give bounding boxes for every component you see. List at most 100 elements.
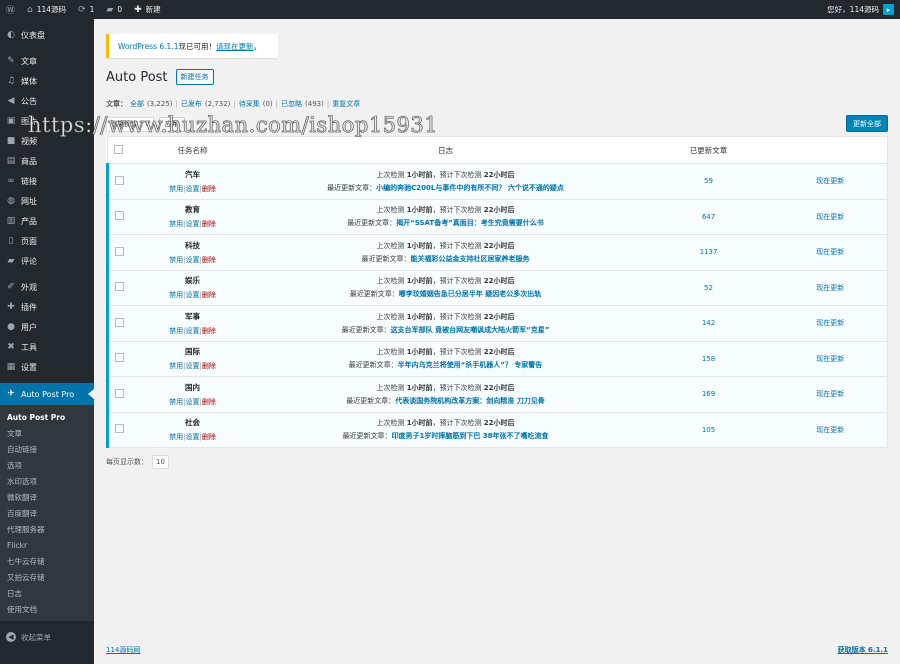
updated-count-link[interactable]: 105 [702, 426, 715, 434]
settings-link[interactable]: 设置 [186, 398, 200, 406]
updated-count-link[interactable]: 647 [702, 213, 715, 221]
delete-link[interactable]: 删除 [202, 362, 216, 370]
bulk-action-select[interactable]: 批量操作 ⌄ [106, 116, 154, 132]
updated-count-link[interactable]: 169 [702, 390, 715, 398]
settings-link[interactable]: 设置 [186, 220, 200, 228]
sidebar-item-14[interactable]: ● 用户 [0, 317, 94, 337]
submenu-item[interactable]: Flickr [0, 537, 94, 553]
update-now-link[interactable]: 现在更新 [816, 177, 844, 185]
update-all-button[interactable]: 更新全部 [846, 115, 888, 132]
row-checkbox[interactable] [115, 282, 124, 292]
recent-article-link[interactable]: 代表谈国务院机构改革方案：剑向精准 刀刀见骨 [395, 397, 544, 405]
submenu-item[interactable]: 使用文档 [0, 601, 94, 617]
per-page-input[interactable]: 10 [152, 455, 169, 469]
filter-link[interactable]: 全部 [130, 99, 144, 109]
recent-article-link[interactable]: 印度男子1岁时摔脑筋到下巴 38年张不了嘴吃流食 [391, 432, 548, 440]
recent-article-link[interactable]: 能关福彩公益金支持社区居家养老服务 [411, 255, 530, 263]
filter-link[interactable]: 重复文章 [332, 99, 360, 109]
sidebar-item-10[interactable]: ▯ 页面 [0, 231, 94, 251]
submenu-item[interactable]: 又拍云存储 [0, 569, 94, 585]
wordpress-logo[interactable]: Ⓦ [0, 0, 21, 19]
site-name-link[interactable]: ⌂ 114源码 [21, 0, 72, 19]
wordpress-version-link[interactable]: WordPress 6.1.1 [118, 42, 178, 51]
add-new-task-button[interactable]: 新建任务 [175, 69, 214, 85]
submenu-item[interactable]: 七牛云存储 [0, 553, 94, 569]
delete-link[interactable]: 删除 [202, 433, 216, 441]
footer-site-link[interactable]: 114源码网 [106, 646, 140, 654]
row-checkbox[interactable] [115, 388, 124, 398]
row-checkbox[interactable] [115, 317, 124, 327]
settings-link[interactable]: 设置 [186, 327, 200, 335]
delete-link[interactable]: 删除 [202, 398, 216, 406]
select-all-checkbox[interactable] [114, 144, 123, 154]
sidebar-item-4[interactable]: ▣ 图片 [0, 111, 94, 131]
sidebar-item-9[interactable]: ▥ 产品 [0, 211, 94, 231]
updated-count-link[interactable]: 52 [704, 284, 713, 292]
sidebar-item-11[interactable]: ▰ 评论 [0, 251, 94, 271]
sidebar-item-6[interactable]: ▤ 商品 [0, 151, 94, 171]
disable-link[interactable]: 禁用 [169, 362, 183, 370]
sidebar-item-8[interactable]: ◍ 网址 [0, 191, 94, 211]
delete-link[interactable]: 删除 [202, 220, 216, 228]
updated-count-link[interactable]: 59 [704, 177, 713, 185]
delete-link[interactable]: 删除 [202, 185, 216, 193]
update-now-link[interactable]: 现在更新 [816, 284, 844, 292]
footer-version-link[interactable]: 获取版本 6.1.1 [838, 646, 888, 654]
row-checkbox[interactable] [115, 211, 124, 221]
sidebar-item-1[interactable]: ✎ 文章 [0, 51, 94, 71]
sidebar-item-16[interactable]: ▦ 设置 [0, 357, 94, 377]
update-now-link[interactable]: 现在更新 [816, 248, 844, 256]
apply-button[interactable]: 应用 [159, 116, 185, 132]
settings-link[interactable]: 设置 [186, 185, 200, 193]
row-checkbox[interactable] [115, 424, 124, 434]
row-checkbox[interactable] [115, 246, 124, 256]
settings-link[interactable]: 设置 [186, 433, 200, 441]
filter-link[interactable]: 待采集 [239, 99, 260, 109]
comments-link[interactable]: ▰ 0 [100, 0, 128, 19]
recent-article-link[interactable]: 揭开“SSAT备考”真面目：考生究竟需要什么书 [396, 219, 544, 227]
settings-link[interactable]: 设置 [186, 256, 200, 264]
disable-link[interactable]: 禁用 [169, 398, 183, 406]
sidebar-item-3[interactable]: ◀ 公告 [0, 91, 94, 111]
disable-link[interactable]: 禁用 [169, 256, 183, 264]
update-now-link[interactable]: 现在更新 [816, 390, 844, 398]
updates-link[interactable]: ⟳ 1 [72, 0, 100, 19]
sidebar-item-13[interactable]: ✚ 插件 [0, 297, 94, 317]
sidebar-item-auto-post-pro[interactable]: ✈ Auto Post Pro [0, 383, 94, 405]
row-checkbox[interactable] [115, 353, 124, 363]
submenu-item[interactable]: Auto Post Pro [0, 409, 94, 425]
disable-link[interactable]: 禁用 [169, 433, 183, 441]
sidebar-item-12[interactable]: ✐ 外观 [0, 277, 94, 297]
sidebar-item-7[interactable]: ∞ 链接 [0, 171, 94, 191]
recent-article-link[interactable]: 半年内乌克兰将使用“杀手机器人”？ 专家警告 [398, 361, 543, 369]
collapse-menu-button[interactable]: ◀ 收起菜单 [0, 627, 94, 647]
submenu-item[interactable]: 微软翻译 [0, 489, 94, 505]
submenu-item[interactable]: 代理服务器 [0, 521, 94, 537]
delete-link[interactable]: 删除 [202, 256, 216, 264]
sidebar-item-0[interactable]: ◐ 仪表盘 [0, 25, 94, 45]
update-now-link[interactable]: 请现在更新 [216, 41, 254, 52]
sidebar-item-5[interactable]: ■ 视频 [0, 131, 94, 151]
update-now-link[interactable]: 现在更新 [816, 319, 844, 327]
submenu-item[interactable]: 日志 [0, 585, 94, 601]
submenu-item[interactable]: 选项 [0, 457, 94, 473]
filter-link[interactable]: 已发布 [181, 99, 202, 109]
recent-article-link[interactable]: 这支台军部队 竟被台网友嘲讽成大陆火箭军“克星” [391, 326, 550, 334]
submenu-item[interactable]: 水印选项 [0, 473, 94, 489]
filter-link[interactable]: 已忽略 [281, 99, 302, 109]
submenu-item[interactable]: 自动链接 [0, 441, 94, 457]
updated-count-link[interactable]: 142 [702, 319, 715, 327]
disable-link[interactable]: 禁用 [169, 327, 183, 335]
settings-link[interactable]: 设置 [186, 291, 200, 299]
delete-link[interactable]: 删除 [202, 291, 216, 299]
updated-count-link[interactable]: 158 [702, 355, 715, 363]
recent-article-link[interactable]: 小编的奔驰C200L与事件中的有所不同？ 六个说不通的疑点 [376, 184, 564, 192]
submenu-item[interactable]: 百度翻译 [0, 505, 94, 521]
disable-link[interactable]: 禁用 [169, 185, 183, 193]
delete-link[interactable]: 删除 [202, 327, 216, 335]
settings-link[interactable]: 设置 [186, 362, 200, 370]
new-content-link[interactable]: ✚ 新建 [128, 0, 167, 19]
recent-article-link[interactable]: 嘟李玟婚姻告急已分居半年 疑因老公多次出轨 [399, 290, 541, 298]
submenu-item[interactable]: 文章 [0, 425, 94, 441]
update-now-link[interactable]: 现在更新 [816, 355, 844, 363]
